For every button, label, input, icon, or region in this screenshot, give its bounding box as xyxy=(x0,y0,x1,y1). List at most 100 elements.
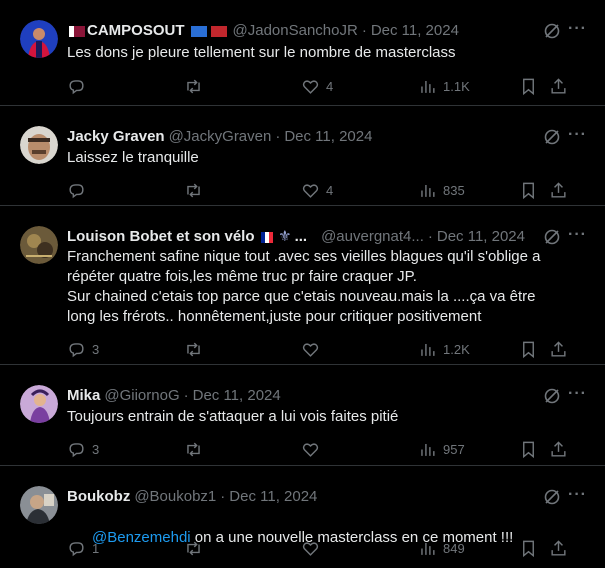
views-button[interactable]: 1.1K xyxy=(418,76,470,96)
avatar[interactable] xyxy=(20,126,58,164)
display-name-ellipsis: ... xyxy=(294,228,308,245)
timestamp[interactable]: Dec 11, 2024 xyxy=(371,21,459,41)
handle[interactable]: @auvergnat4... xyxy=(321,227,424,247)
share-button[interactable] xyxy=(549,339,568,359)
bookmark-button[interactable] xyxy=(519,180,538,200)
like-button[interactable] xyxy=(301,439,326,459)
share-icon xyxy=(551,440,566,457)
more-icon[interactable]: ··· xyxy=(568,20,587,38)
views-icon xyxy=(421,343,435,356)
reply-button[interactable]: 1 xyxy=(67,538,99,558)
separator: · xyxy=(275,128,281,145)
avatar[interactable] xyxy=(20,385,58,423)
display-name[interactable]: CAMPOSOUT xyxy=(87,21,185,41)
share-button[interactable] xyxy=(549,538,568,558)
reply-count: 1 xyxy=(92,540,100,556)
bookmark-button[interactable] xyxy=(519,538,538,558)
reply-icon xyxy=(69,183,84,198)
reply-button[interactable]: 3 xyxy=(67,439,99,459)
reply-icon xyxy=(69,342,84,357)
like-button[interactable]: 4 xyxy=(301,180,333,200)
more-icon[interactable]: ··· xyxy=(568,486,587,504)
views-icon xyxy=(421,80,435,93)
avatar[interactable] xyxy=(20,20,58,58)
handle[interactable]: @Boukobz1 xyxy=(134,487,216,507)
avatar[interactable] xyxy=(20,486,58,524)
views-count: 835 xyxy=(443,182,465,198)
reply-count: 3 xyxy=(92,341,100,357)
repost-icon xyxy=(187,342,200,356)
avatar[interactable] xyxy=(20,226,58,264)
grok-icon[interactable] xyxy=(543,488,561,506)
tweet[interactable]: Jacky Graven @JackyGraven · Dec 11, 2024… xyxy=(0,106,605,206)
tweet[interactable]: Boukobz @Boukobz1 · Dec 11, 2024 ··· @Be… xyxy=(0,466,605,560)
display-name[interactable]: Boukobz xyxy=(67,487,130,507)
reply-button[interactable] xyxy=(67,180,92,200)
bookmark-icon xyxy=(523,182,534,199)
share-button[interactable] xyxy=(549,76,568,96)
tweet-header: Louison Bobet et son vélo ⚜ ... @auvergn… xyxy=(67,227,525,247)
timestamp[interactable]: Dec 11, 2024 xyxy=(229,487,317,507)
repost-button[interactable] xyxy=(184,76,209,96)
grok-icon[interactable] xyxy=(543,387,561,405)
tweet[interactable]: Louison Bobet et son vélo ⚜ ... @auvergn… xyxy=(0,206,605,365)
more-icon[interactable]: ··· xyxy=(568,126,587,144)
views-button[interactable]: 957 xyxy=(418,439,465,459)
repost-button[interactable] xyxy=(184,538,209,558)
reply-icon xyxy=(69,79,84,94)
share-button[interactable] xyxy=(549,180,568,200)
flag-icon xyxy=(190,25,207,37)
handle[interactable]: @GiiornoG xyxy=(104,386,179,406)
bookmark-button[interactable] xyxy=(519,439,538,459)
reply-button[interactable]: 3 xyxy=(67,339,99,359)
share-icon xyxy=(551,77,566,94)
views-icon xyxy=(421,443,435,456)
grok-icon[interactable] xyxy=(543,228,561,246)
heart-icon xyxy=(302,183,319,198)
like-button[interactable] xyxy=(301,538,326,558)
timestamp[interactable]: Dec 11, 2024 xyxy=(437,227,525,247)
views-count: 957 xyxy=(443,441,465,457)
views-icon xyxy=(421,184,435,197)
action-bar: 3 1.2K xyxy=(67,339,587,359)
tweet[interactable]: Mika @GiiornoG · Dec 11, 2024 ··· Toujou… xyxy=(0,365,605,466)
timestamp[interactable]: Dec 11, 2024 xyxy=(193,386,281,406)
views-button[interactable]: 849 xyxy=(418,538,465,558)
action-bar: 3 957 xyxy=(67,439,587,459)
separator: · xyxy=(220,488,226,505)
tweet[interactable]: CAMPOSOUT @JadonSanchoJR · Dec 11, 2024 … xyxy=(0,0,605,106)
reply-button[interactable] xyxy=(67,76,92,96)
repost-icon xyxy=(187,79,200,93)
grok-icon[interactable] xyxy=(543,22,561,40)
display-name[interactable]: Louison Bobet et son vélo xyxy=(67,227,255,247)
handle[interactable]: @JackyGraven xyxy=(169,127,272,147)
views-count: 849 xyxy=(443,540,465,556)
like-count: 4 xyxy=(326,182,334,198)
bookmark-button[interactable] xyxy=(519,76,538,96)
grok-icon[interactable] xyxy=(543,128,561,146)
repost-button[interactable] xyxy=(184,180,209,200)
action-bar: 4 1.1K xyxy=(67,76,587,96)
more-icon[interactable]: ··· xyxy=(568,385,587,403)
handle[interactable]: @JadonSanchoJR xyxy=(233,21,358,41)
tweet-header: CAMPOSOUT @JadonSanchoJR · Dec 11, 2024 xyxy=(67,21,525,41)
tweet-header: Jacky Graven @JackyGraven · Dec 11, 2024 xyxy=(67,127,525,147)
repost-button[interactable] xyxy=(184,439,209,459)
views-count: 1.1K xyxy=(443,78,470,94)
flag-icon xyxy=(69,25,85,37)
display-name[interactable]: Jacky Graven xyxy=(67,127,165,147)
share-button[interactable] xyxy=(549,439,568,459)
views-button[interactable]: 1.2K xyxy=(418,339,470,359)
bookmark-button[interactable] xyxy=(519,339,538,359)
views-count: 1.2K xyxy=(443,341,470,357)
like-button[interactable]: 4 xyxy=(301,76,333,96)
display-name[interactable]: Mika xyxy=(67,386,100,406)
repost-button[interactable] xyxy=(184,339,209,359)
tweet-text: Toujours entrain de s'attaquer a lui voi… xyxy=(67,408,399,425)
separator: · xyxy=(183,387,189,404)
like-button[interactable] xyxy=(301,339,326,359)
bookmark-icon xyxy=(523,341,534,358)
timestamp[interactable]: Dec 11, 2024 xyxy=(284,127,372,147)
more-icon[interactable]: ··· xyxy=(568,226,587,244)
views-button[interactable]: 835 xyxy=(418,180,465,200)
